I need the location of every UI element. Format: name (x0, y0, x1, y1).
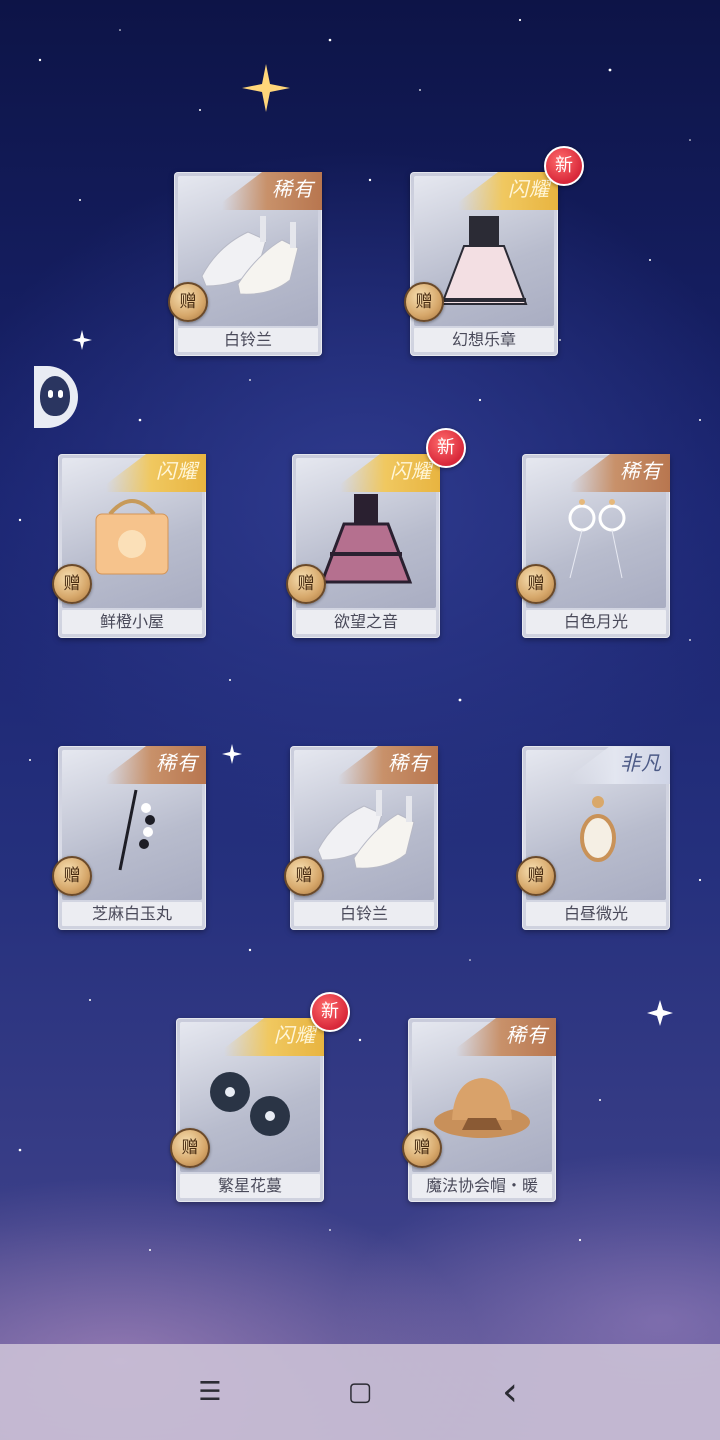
back-button[interactable]: ‹ (482, 1364, 538, 1420)
reward-card[interactable]: 稀有赠芝麻白玉丸 (52, 746, 206, 930)
gift-badge: 赠 (516, 564, 556, 604)
reward-card[interactable]: 闪耀赠繁星花蔓新 (170, 992, 350, 1202)
reward-card[interactable]: 稀有赠魔法协会帽・暖 (402, 1018, 556, 1202)
gift-badge: 赠 (168, 282, 208, 322)
system-navigation-bar: ☰ ▢ ‹ (0, 1344, 720, 1440)
reward-card[interactable]: 稀有赠白铃兰 (284, 746, 438, 930)
gift-badge: 赠 (516, 856, 556, 896)
gift-badge: 赠 (170, 1128, 210, 1168)
gift-badge: 赠 (52, 856, 92, 896)
gift-badge: 赠 (52, 564, 92, 604)
item-name: 幻想乐章 (414, 328, 554, 352)
item-name: 白色月光 (526, 610, 666, 634)
home-button[interactable]: ▢ (332, 1364, 388, 1420)
assistant-side-widget[interactable] (34, 366, 78, 428)
starfield-background (18, 18, 702, 1251)
item-name: 魔法协会帽・暖 (412, 1174, 552, 1198)
reward-card[interactable]: 稀有赠白铃兰 (168, 172, 322, 356)
new-badge: 新 (544, 146, 584, 186)
item-name: 白昼微光 (526, 902, 666, 926)
mascot-icon (40, 376, 70, 416)
mascot-eye-left (48, 390, 53, 398)
item-name: 欲望之音 (296, 610, 436, 634)
menu-button[interactable]: ☰ (182, 1364, 238, 1420)
reward-card[interactable]: 稀有赠白色月光 (516, 454, 670, 638)
item-name: 繁星花蔓 (180, 1174, 320, 1198)
new-badge: 新 (426, 428, 466, 468)
item-name: 芝麻白玉丸 (62, 902, 202, 926)
gift-badge: 赠 (286, 564, 326, 604)
mascot-eye-right (58, 390, 63, 398)
reward-card[interactable]: 非凡赠白昼微光 (516, 746, 670, 930)
reward-card[interactable]: 闪耀赠幻想乐章新 (404, 146, 584, 356)
item-name: 白铃兰 (178, 328, 318, 352)
new-badge: 新 (310, 992, 350, 1032)
gift-badge: 赠 (404, 282, 444, 322)
reward-card[interactable]: 闪耀赠欲望之音新 (286, 428, 466, 638)
reward-card[interactable]: 闪耀赠鲜橙小屋 (52, 454, 206, 638)
gift-badge: 赠 (284, 856, 324, 896)
gift-badge: 赠 (402, 1128, 442, 1168)
item-name: 白铃兰 (294, 902, 434, 926)
item-name: 鲜橙小屋 (62, 610, 202, 634)
